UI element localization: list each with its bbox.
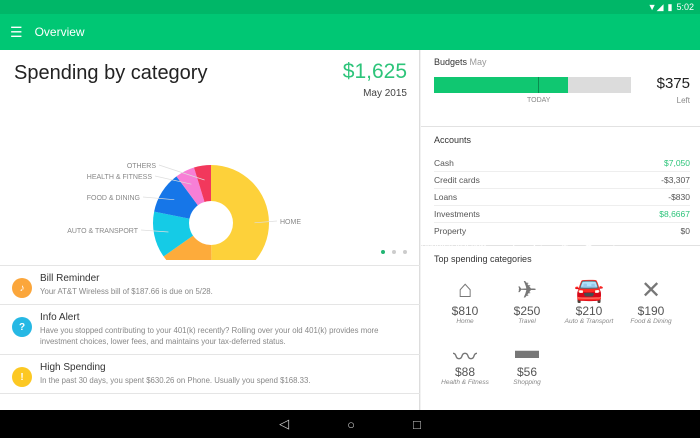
summary-panel: Budgets May TODAY $375 Left Accounts Cas… <box>421 50 700 410</box>
account-name: Investments <box>434 209 480 219</box>
alert-description: Your AT&T Wireless bill of $187.66 is du… <box>40 287 213 296</box>
spending-panel: Spending by category $1,625 May 2015 HOM… <box>0 50 420 410</box>
category-item[interactable]: ✕ $190 Food & Dining <box>620 276 682 325</box>
airplane-icon: ✈ <box>516 277 538 304</box>
pie-label: AUTO & TRANSPORT <box>67 228 139 235</box>
alert-title: High Spending <box>40 362 106 373</box>
category-label: Health & Fitness <box>441 379 489 386</box>
warning-icon: ! <box>12 367 32 387</box>
category-label: Food & Dining <box>630 318 672 325</box>
status-bar: ▼◢ ▮ 5:02 <box>0 0 700 14</box>
account-name: Property <box>434 226 467 236</box>
category-item[interactable]: 〰 $88 Health & Fitness <box>434 337 496 386</box>
edit-icon[interactable]: ✎ <box>556 235 572 253</box>
budget-progress-fill <box>434 77 568 93</box>
budget-left-amount: $375 <box>656 75 690 92</box>
account-row[interactable]: Cash $7,050 <box>434 155 690 172</box>
account-name: Loans <box>434 192 458 202</box>
account-value: -$3,307 <box>661 175 690 185</box>
accounts-title: Accounts <box>434 135 472 145</box>
page-indicator[interactable] <box>381 250 407 254</box>
search-icon[interactable]: ⚲ <box>581 235 597 253</box>
back-icon[interactable]: ◁ <box>279 416 289 432</box>
alert-icon[interactable]: ! <box>506 235 522 253</box>
pie-label: HEALTH & FITNESS <box>87 174 153 181</box>
category-amount: $250 <box>513 304 541 318</box>
category-item[interactable]: ⌂ $810 Home <box>434 276 496 325</box>
budget-left-label: Left <box>676 96 690 105</box>
spending-total: $1,625 <box>342 60 407 83</box>
home-nav-icon[interactable]: ○ <box>347 417 355 432</box>
category-label: Auto & Transport <box>564 318 614 325</box>
shopping-bag-icon: ▬ <box>515 337 539 364</box>
category-amount: $56 <box>516 365 538 379</box>
category-amount: $210 <box>575 304 603 318</box>
bell-icon: ♪ <box>12 278 32 298</box>
category-amount: $810 <box>451 304 479 318</box>
refresh-icon[interactable]: ⟳ <box>531 235 547 253</box>
budgets-title: Budgets <box>434 57 468 67</box>
pie-label: HOME <box>280 219 301 226</box>
alert-title: Info Alert <box>40 312 80 323</box>
alert-item[interactable]: ♪ Bill Reminder Your AT&T Wireless bill of… <box>0 266 420 305</box>
alert-description: In the past 30 days, you spent $630.26 o… <box>40 376 311 385</box>
budgets-card[interactable]: Budgets May TODAY $375 Left <box>421 50 700 127</box>
alert-item[interactable]: ! High Spending In the past 30 days, you s… <box>0 355 420 394</box>
pie-center-hole <box>189 201 233 245</box>
info-icon: ? <box>12 317 32 337</box>
clock: 5:02 <box>676 2 694 12</box>
category-item[interactable]: 🚘 $210 Auto & Transport <box>558 276 620 325</box>
account-value: $0 <box>680 226 690 236</box>
today-marker <box>538 77 539 93</box>
alerts-list: ♪ Bill Reminder Your AT&T Wireless bill of… <box>0 265 420 394</box>
top-categories-title: Top spending categories <box>434 254 532 264</box>
heartbeat-icon: 〰 <box>453 344 477 371</box>
category-label: Shopping <box>513 379 541 386</box>
top-categories-card: Top spending categories ⌂ $810 Home ✈ $250 Tr… <box>421 246 700 386</box>
account-name: Credit cards <box>434 175 480 185</box>
menu-icon[interactable]: ☰ <box>10 24 23 41</box>
category-label: Home <box>456 318 474 325</box>
account-value: $7,050 <box>664 158 690 168</box>
spending-pie-chart[interactable]: HOMETRAVELAUTO & TRANSPORTFOOD & DININGH… <box>0 100 420 260</box>
app-bar: ☰ Overview Updated just now ! ⟳ ✎ ⚲ ⋮ <box>0 14 700 424</box>
fork-knife-icon: ✕ <box>640 277 662 304</box>
account-name: Cash <box>434 158 454 168</box>
category-label: Travel <box>518 318 536 325</box>
alert-title: Bill Reminder <box>40 273 100 284</box>
spending-month: May 2015 <box>363 88 407 99</box>
alert-description: Have you stopped contributing to your 40… <box>40 326 379 346</box>
updated-status: Updated just now <box>421 239 487 249</box>
recents-icon[interactable]: □ <box>413 417 421 432</box>
today-label: TODAY <box>527 97 551 104</box>
more-icon[interactable]: ⋮ <box>606 235 622 253</box>
account-row[interactable]: Investments $8,6667 <box>434 206 690 223</box>
system-nav-bar: ◁ ○ □ <box>0 410 700 438</box>
spending-title: Spending by category <box>14 62 208 84</box>
accounts-card: Accounts Cash $7,050 Credit cards -$3,307 Lo… <box>421 127 700 246</box>
budgets-month: May <box>469 57 487 67</box>
category-amount: $190 <box>637 304 665 318</box>
page-title: Overview <box>34 25 85 39</box>
wifi-icon: ▼◢ <box>647 1 664 12</box>
home-icon: ⌂ <box>457 276 473 303</box>
category-item[interactable]: ✈ $250 Travel <box>496 276 558 325</box>
account-row[interactable]: Loans -$830 <box>434 189 690 206</box>
battery-icon: ▮ <box>667 1 673 12</box>
account-value: $8,6667 <box>659 209 690 219</box>
account-row[interactable]: Credit cards -$3,307 <box>434 172 690 189</box>
pie-label: OTHERS <box>127 163 157 170</box>
account-value: -$830 <box>668 192 690 202</box>
alert-item[interactable]: ? Info Alert Have you stopped contributing… <box>0 305 420 355</box>
car-icon: 🚘 <box>574 277 604 304</box>
budget-progress-bar <box>434 77 631 93</box>
pie-label: FOOD & DINING <box>87 195 140 202</box>
category-amount: $88 <box>454 365 476 379</box>
category-item[interactable]: ▬ $56 Shopping <box>496 337 558 386</box>
